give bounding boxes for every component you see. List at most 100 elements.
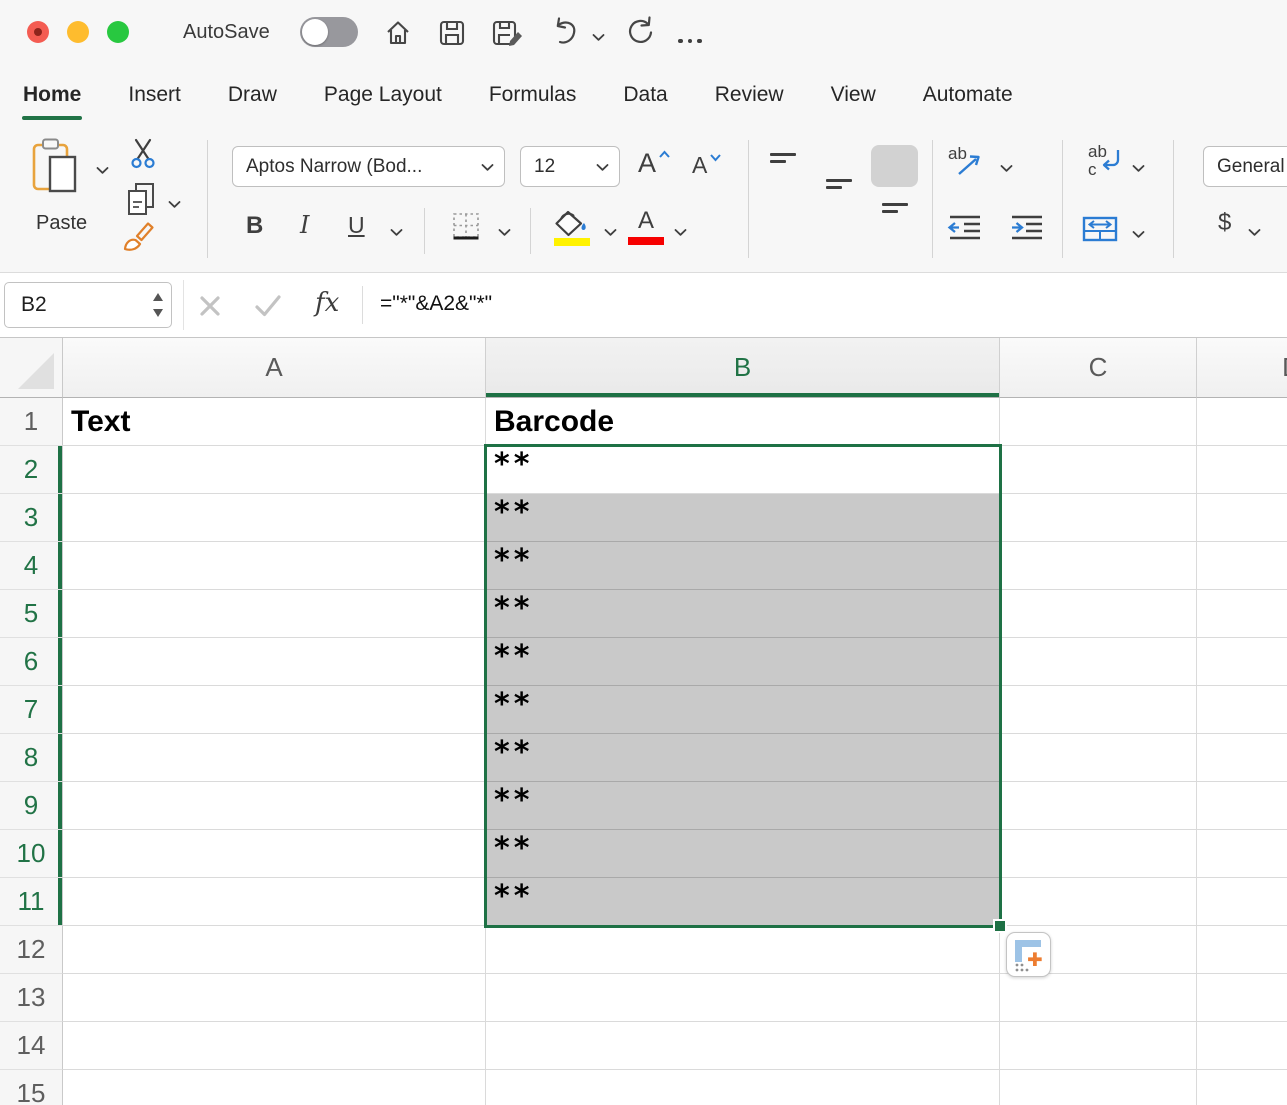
insert-function-icon[interactable]: fx: [315, 288, 339, 318]
tab-formulas[interactable]: Formulas: [489, 65, 577, 125]
row-header-15[interactable]: 15: [0, 1070, 63, 1105]
row-header-8[interactable]: 8: [0, 734, 63, 782]
accounting-chevron-icon[interactable]: [1248, 224, 1261, 242]
tab-data[interactable]: Data: [623, 65, 667, 125]
cell-A6[interactable]: [63, 638, 486, 686]
paste-icon[interactable]: [31, 136, 79, 201]
cell-C13[interactable]: [1000, 974, 1197, 1022]
align-top-icon[interactable]: [770, 152, 796, 172]
more-commands-icon[interactable]: [678, 30, 707, 48]
save-as-icon[interactable]: [491, 18, 523, 48]
cell-C15[interactable]: [1000, 1070, 1197, 1105]
cell-C7[interactable]: [1000, 686, 1197, 734]
paste-label[interactable]: Paste: [36, 212, 87, 235]
cell-A13[interactable]: [63, 974, 486, 1022]
column-header-C[interactable]: C: [1000, 338, 1197, 398]
cell-C10[interactable]: [1000, 830, 1197, 878]
cell-A1[interactable]: Text: [63, 398, 486, 446]
cell-A10[interactable]: [63, 830, 486, 878]
wrap-text-icon[interactable]: ab c: [1086, 142, 1126, 182]
row-header-13[interactable]: 13: [0, 974, 63, 1022]
cell-A9[interactable]: [63, 782, 486, 830]
paste-chevron-icon[interactable]: [96, 162, 109, 180]
cell-B12[interactable]: [486, 926, 1000, 974]
cell-D14[interactable]: [1197, 1022, 1287, 1070]
underline-button[interactable]: U: [348, 212, 365, 239]
cell-B13[interactable]: [486, 974, 1000, 1022]
cell-B3[interactable]: **: [486, 494, 1000, 542]
text-orientation-icon[interactable]: ab: [948, 144, 988, 178]
merge-center-icon[interactable]: [1082, 216, 1118, 247]
select-all-corner[interactable]: [0, 338, 63, 398]
cell-C4[interactable]: [1000, 542, 1197, 590]
row-header-14[interactable]: 14: [0, 1022, 63, 1070]
increase-indent-icon[interactable]: [1008, 214, 1046, 245]
font-name-combobox[interactable]: Aptos Narrow (Bod...: [232, 146, 505, 187]
font-size-combobox[interactable]: 12: [520, 146, 620, 187]
font-color-icon[interactable]: A: [628, 208, 664, 245]
confirm-entry-icon[interactable]: [254, 294, 282, 323]
autofill-options-button[interactable]: [1006, 932, 1051, 977]
formula-input[interactable]: ="*"&A2&"*": [380, 292, 492, 316]
close-window-button[interactable]: [27, 21, 49, 43]
accounting-format-button[interactable]: $: [1218, 209, 1231, 237]
tab-review[interactable]: Review: [715, 65, 784, 125]
autosave-toggle[interactable]: [300, 17, 358, 47]
cut-icon[interactable]: [127, 137, 159, 174]
cell-B9[interactable]: **: [486, 782, 1000, 830]
cell-B14[interactable]: [486, 1022, 1000, 1070]
cell-B1[interactable]: Barcode: [486, 398, 1000, 446]
redo-icon[interactable]: [625, 16, 655, 48]
save-icon[interactable]: [437, 18, 467, 48]
font-color-chevron-icon[interactable]: [674, 224, 687, 242]
column-header-D[interactable]: D: [1197, 338, 1287, 398]
italic-button[interactable]: I: [300, 211, 309, 239]
zoom-window-button[interactable]: [107, 21, 129, 43]
cell-B4[interactable]: **: [486, 542, 1000, 590]
cell-A7[interactable]: [63, 686, 486, 734]
cell-B2[interactable]: **: [486, 446, 1000, 494]
cell-C8[interactable]: [1000, 734, 1197, 782]
cell-B11[interactable]: **: [486, 878, 1000, 926]
row-header-11[interactable]: 11: [0, 878, 63, 926]
cell-A3[interactable]: [63, 494, 486, 542]
cancel-entry-icon[interactable]: [197, 293, 223, 324]
cell-C3[interactable]: [1000, 494, 1197, 542]
cell-A8[interactable]: [63, 734, 486, 782]
cell-B6[interactable]: **: [486, 638, 1000, 686]
shrink-font-button[interactable]: A: [692, 152, 720, 179]
underline-chevron-icon[interactable]: [390, 224, 403, 242]
tab-insert[interactable]: Insert: [128, 65, 181, 125]
cell-C11[interactable]: [1000, 878, 1197, 926]
cell-A14[interactable]: [63, 1022, 486, 1070]
cell-D10[interactable]: [1197, 830, 1287, 878]
copy-icon[interactable]: [124, 182, 160, 221]
merge-chevron-icon[interactable]: [1132, 226, 1145, 244]
row-header-1[interactable]: 1: [0, 398, 63, 446]
cell-C14[interactable]: [1000, 1022, 1197, 1070]
cell-A15[interactable]: [63, 1070, 486, 1105]
decrease-indent-icon[interactable]: [946, 214, 984, 245]
row-header-10[interactable]: 10: [0, 830, 63, 878]
cell-B5[interactable]: **: [486, 590, 1000, 638]
row-header-9[interactable]: 9: [0, 782, 63, 830]
row-header-3[interactable]: 3: [0, 494, 63, 542]
tab-draw[interactable]: Draw: [228, 65, 277, 125]
cell-B7[interactable]: **: [486, 686, 1000, 734]
tab-view[interactable]: View: [831, 65, 876, 125]
cell-C5[interactable]: [1000, 590, 1197, 638]
minimize-window-button[interactable]: [67, 21, 89, 43]
cell-D1[interactable]: [1197, 398, 1287, 446]
tab-page-layout[interactable]: Page Layout: [324, 65, 442, 125]
cell-D2[interactable]: [1197, 446, 1287, 494]
orientation-chevron-icon[interactable]: [1000, 160, 1013, 178]
cell-A2[interactable]: [63, 446, 486, 494]
wrap-text-chevron-icon[interactable]: [1132, 160, 1145, 178]
row-header-2[interactable]: 2: [0, 446, 63, 494]
cell-D6[interactable]: [1197, 638, 1287, 686]
fill-handle[interactable]: [993, 919, 1007, 933]
tab-automate[interactable]: Automate: [923, 65, 1013, 125]
row-header-5[interactable]: 5: [0, 590, 63, 638]
cell-A11[interactable]: [63, 878, 486, 926]
cell-C9[interactable]: [1000, 782, 1197, 830]
